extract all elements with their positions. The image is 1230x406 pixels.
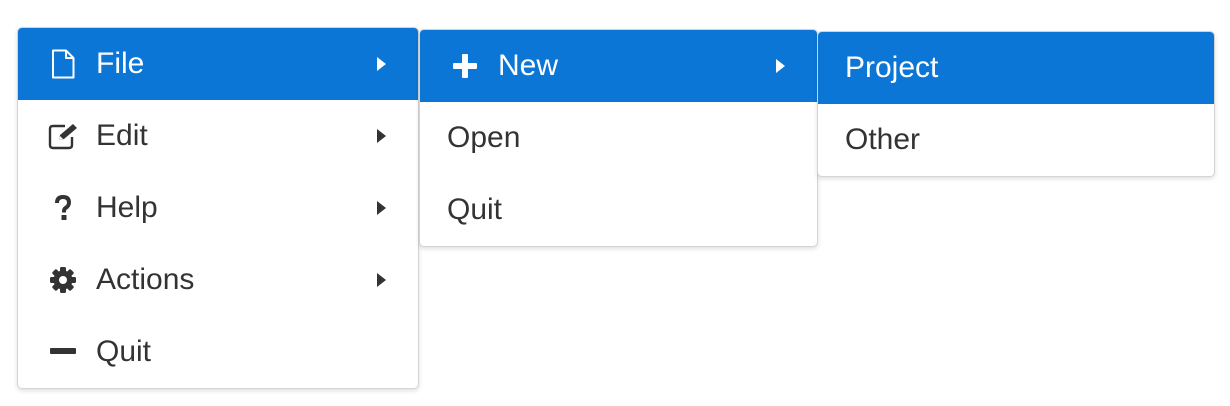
plus-icon bbox=[450, 51, 480, 81]
menu-item-label: Quit bbox=[96, 335, 152, 368]
menu-item-actions[interactable]: Actions bbox=[18, 244, 418, 316]
menu-item-label: Help bbox=[96, 191, 158, 224]
menu-item-edit[interactable]: Edit bbox=[18, 100, 418, 172]
menu-item-label: Edit bbox=[96, 119, 148, 152]
menu-item-label: Quit bbox=[447, 193, 503, 226]
menu-item-other[interactable]: Other bbox=[818, 104, 1214, 176]
menu-item-label: File bbox=[96, 47, 145, 80]
menu-item-label: Other bbox=[845, 123, 921, 156]
menu-item-label: Actions bbox=[96, 263, 195, 296]
file-submenu: New Open Quit bbox=[419, 29, 818, 247]
minus-icon bbox=[48, 337, 78, 367]
menu-item-help[interactable]: Help bbox=[18, 172, 418, 244]
menu-item-label: Project bbox=[845, 51, 939, 84]
caret-right-icon bbox=[377, 57, 386, 71]
menu-item-open[interactable]: Open bbox=[420, 102, 817, 174]
menu-item-project[interactable]: Project bbox=[818, 32, 1214, 104]
menu-item-label: Open bbox=[447, 121, 521, 154]
main-menu: File Edit Help Actions Quit bbox=[17, 27, 419, 389]
caret-right-icon bbox=[776, 59, 785, 73]
edit-icon bbox=[48, 121, 78, 151]
file-icon bbox=[48, 49, 78, 79]
new-submenu: Project Other bbox=[817, 31, 1215, 177]
caret-right-icon bbox=[377, 201, 386, 215]
menu-item-new[interactable]: New bbox=[420, 30, 817, 102]
caret-right-icon bbox=[377, 273, 386, 287]
menu-item-quit[interactable]: Quit bbox=[420, 174, 817, 246]
help-icon bbox=[48, 193, 78, 223]
menu-item-quit[interactable]: Quit bbox=[18, 316, 418, 388]
menu-item-label: New bbox=[498, 49, 559, 82]
menu-item-file[interactable]: File bbox=[18, 28, 418, 100]
caret-right-icon bbox=[377, 129, 386, 143]
gear-icon bbox=[48, 265, 78, 295]
